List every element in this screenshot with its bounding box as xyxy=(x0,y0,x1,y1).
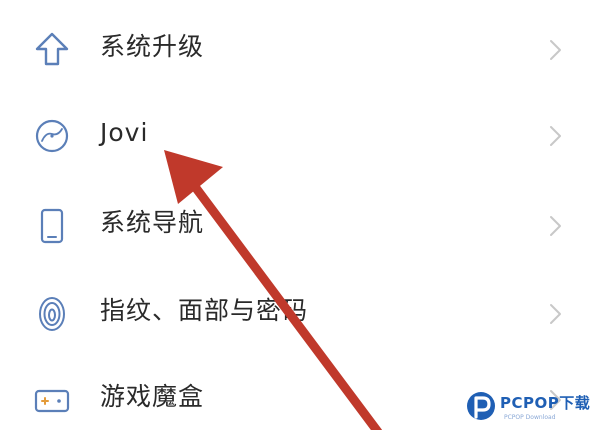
settings-item-fingerprint-face-password[interactable]: 指纹、面部与密码 xyxy=(0,272,600,352)
settings-item-label: 系统导航 xyxy=(100,208,205,237)
jovi-logo-icon xyxy=(32,116,72,156)
watermark: PCPOP下载 PCPOP Download xyxy=(464,388,596,428)
fingerprint-icon xyxy=(32,294,72,334)
settings-item-label: 指纹、面部与密码 xyxy=(100,296,309,325)
chevron-right-icon xyxy=(548,124,564,148)
settings-item-system-upgrade[interactable]: 系统升级 xyxy=(0,8,600,88)
watermark-tagline: PCPOP Download xyxy=(504,414,556,421)
settings-list: 系统升级 Jovi 系统导航 指纹、面部与密码 游戏魔盒 xyxy=(0,0,600,430)
game-box-icon xyxy=(32,380,72,420)
settings-item-label: 系统升级 xyxy=(100,32,205,61)
chevron-right-icon xyxy=(548,214,564,238)
phone-navigation-icon xyxy=(32,206,72,246)
chevron-right-icon xyxy=(548,302,564,326)
upgrade-arrow-icon xyxy=(32,30,72,70)
settings-item-jovi[interactable]: Jovi xyxy=(0,94,600,174)
settings-item-label: 游戏魔盒 xyxy=(100,382,205,411)
watermark-brand: PCPOP下载 xyxy=(500,394,591,412)
settings-item-system-navigation[interactable]: 系统导航 xyxy=(0,184,600,264)
pcpop-logo-icon xyxy=(464,390,498,424)
chevron-right-icon xyxy=(548,38,564,62)
settings-item-label: Jovi xyxy=(100,118,149,147)
